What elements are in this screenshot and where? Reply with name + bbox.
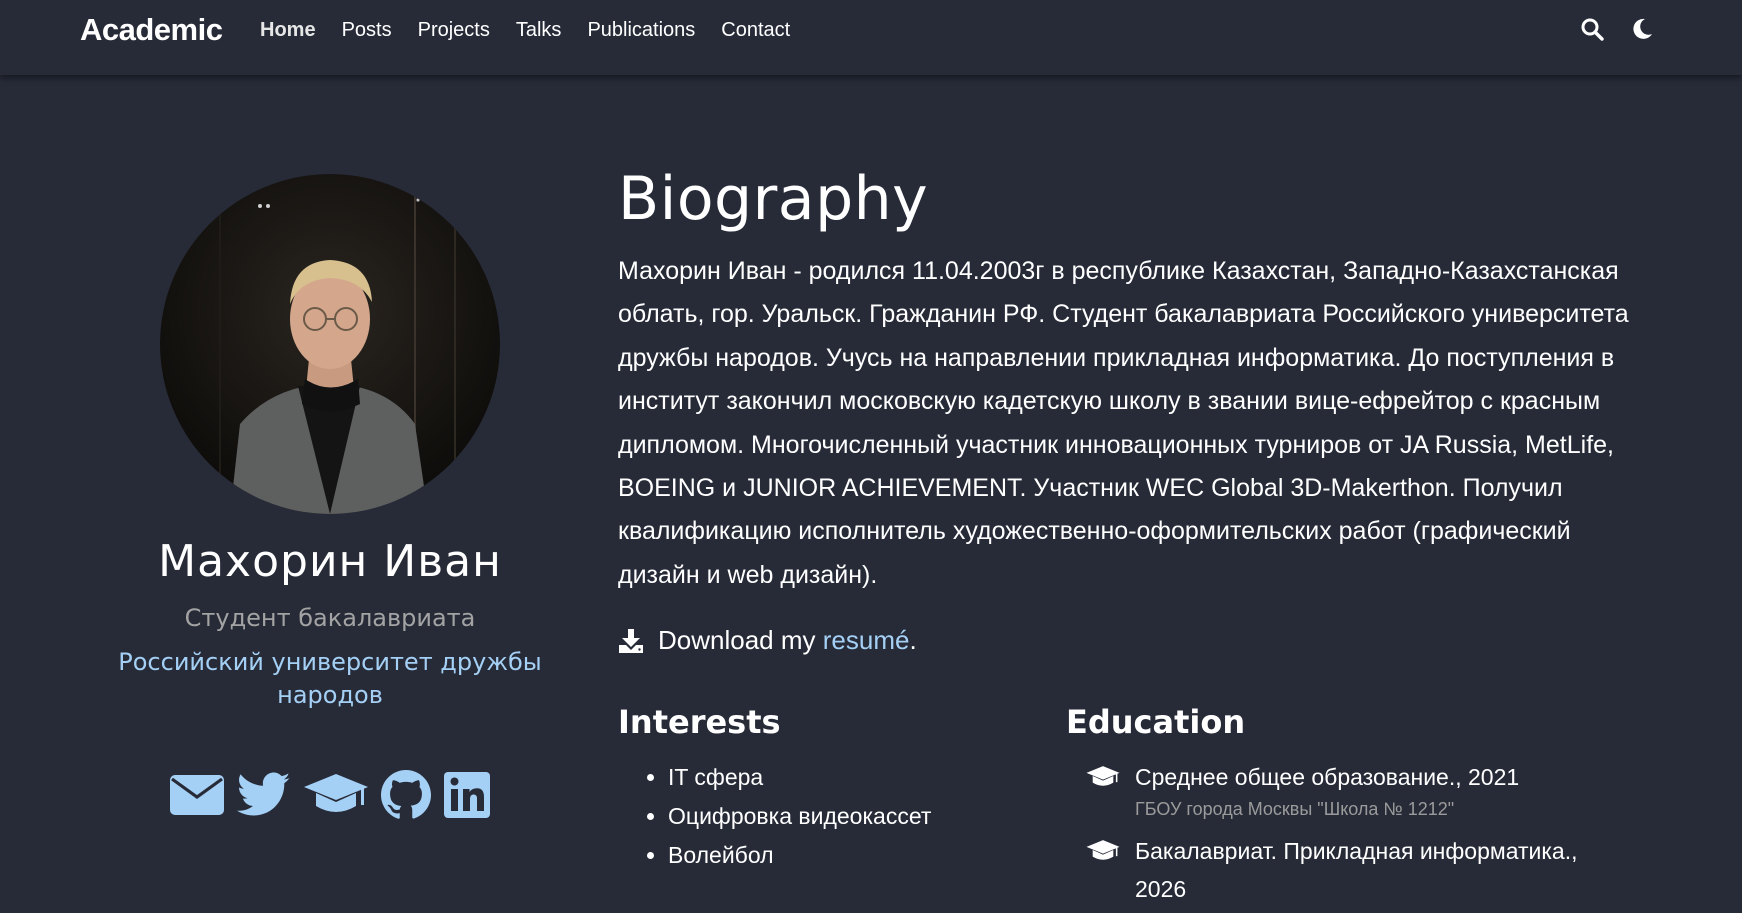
moon-icon[interactable] <box>1630 17 1654 41</box>
interests-section: Interests IT сфера Оцифровка видеокассет… <box>618 702 1058 875</box>
nav-link-talks[interactable]: Talks <box>516 19 562 42</box>
education-title: Education <box>1066 703 1246 741</box>
nav-link-publications[interactable]: Publications <box>587 19 695 42</box>
education-course: Бакалавриат. Прикладная информатика., 20… <box>1135 838 1578 902</box>
download-suffix: . <box>909 625 917 656</box>
graduation-cap-icon <box>1086 840 1120 860</box>
envelope-icon[interactable] <box>169 774 225 816</box>
download-resume: Download my resumé. <box>618 625 1668 656</box>
interests-title: Interests <box>618 703 781 741</box>
nav-link-posts[interactable]: Posts <box>342 19 392 42</box>
graduation-cap-icon <box>1086 766 1120 786</box>
list-item: Волейбол <box>668 836 1058 875</box>
education-item: Бакалавриат. Прикладная информатика., 20… <box>1066 832 1626 908</box>
education-course: Среднее общее образование., 2021 <box>1135 764 1520 790</box>
profile-role: Студент бакалавриата <box>184 604 476 633</box>
linkedin-icon[interactable] <box>443 771 491 819</box>
graduation-cap-icon[interactable] <box>303 772 369 818</box>
interests-list: IT сфера Оцифровка видеокассет Волейбол <box>618 758 1058 875</box>
profile-organization[interactable]: Российский университет дружбы народов <box>60 646 600 712</box>
download-prefix: Download my <box>658 625 816 656</box>
list-item: IT сфера <box>668 758 1058 797</box>
search-icon[interactable] <box>1580 17 1604 41</box>
github-icon[interactable] <box>381 770 431 820</box>
biography-text: Махорин Иван - родился 11.04.2003г в рес… <box>618 257 1629 589</box>
biography-title: Biography <box>618 164 929 234</box>
nav-link-home[interactable]: Home <box>260 19 316 42</box>
navbar: Academic Home Posts Projects Talks Publi… <box>0 0 1742 75</box>
nav-link-contact[interactable]: Contact <box>721 19 790 42</box>
resume-link[interactable]: resumé <box>823 625 910 656</box>
profile-name: Махорин Иван <box>158 536 502 587</box>
profile-card: Махорин Иван Студент бакалавриата Россий… <box>60 170 600 820</box>
education-institution: ГБОУ города Москвы "Школа № 1212" <box>1135 799 1455 819</box>
nav-link-projects[interactable]: Projects <box>418 19 490 42</box>
brand-logo[interactable]: Academic <box>80 12 223 48</box>
main-content: Biography Махорин Иван - родился 11.04.2… <box>618 160 1668 902</box>
education-section: Education Среднее общее образование., 20… <box>1066 702 1626 908</box>
nav-icons <box>1580 17 1654 41</box>
education-item: Среднее общее образование., 2021 ГБОУ го… <box>1066 758 1626 822</box>
nav-links: Home Posts Projects Talks Publications C… <box>260 19 816 42</box>
social-links <box>60 770 600 820</box>
avatar <box>160 174 500 514</box>
download-icon <box>619 628 643 653</box>
twitter-icon[interactable] <box>237 772 291 818</box>
list-item: Оцифровка видеокассет <box>668 797 1058 836</box>
